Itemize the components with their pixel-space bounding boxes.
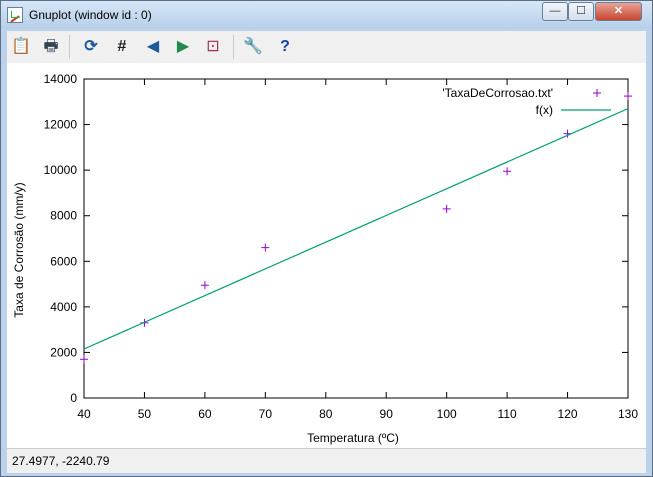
- options-icon[interactable]: 🔧: [241, 35, 265, 59]
- toolbar-separator: [69, 35, 70, 59]
- gnuplot-app-icon[interactable]: [7, 7, 23, 23]
- print-icon[interactable]: 🖶: [39, 35, 63, 59]
- help-icon[interactable]: ?: [273, 35, 297, 59]
- legend-label-fx: f(x): [536, 103, 553, 117]
- x-tick-label: 70: [259, 407, 273, 421]
- toolbar: 📋 🖶 ⟳ # ◀ ▶ ⊡ 🔧 ?: [7, 31, 646, 64]
- x-tick-label: 110: [498, 407, 517, 421]
- data-point: [442, 204, 451, 213]
- x-tick-label: 60: [198, 407, 212, 421]
- x-tick-label: 130: [618, 407, 638, 421]
- y-tick-label: 12000: [44, 118, 78, 132]
- data-point: [261, 243, 270, 252]
- data-point: [80, 355, 88, 364]
- y-tick-label: 14000: [44, 72, 78, 86]
- y-tick-label: 6000: [50, 254, 77, 268]
- plot-area[interactable]: Taxa de Corrosão (mm/y) Temperatura (ºC)…: [7, 63, 646, 448]
- y-tick-label: 2000: [50, 345, 77, 359]
- y-tick-label: 10000: [44, 163, 78, 177]
- y-axis-label: Taxa de Corrosão (mm/y): [12, 182, 26, 317]
- minimize-button[interactable]: —: [542, 2, 568, 21]
- clipboard-icon[interactable]: 📋: [9, 35, 33, 59]
- cursor-coordinates: 27.4977, -2240.79: [12, 454, 110, 468]
- window-title: Gnuplot (window id : 0): [29, 8, 152, 22]
- plot-frame: [83, 78, 629, 399]
- y-tick-label: 4000: [50, 300, 77, 314]
- toolbar-separator: [233, 35, 234, 59]
- x-tick-label: 50: [138, 407, 152, 421]
- x-tick-label: 90: [380, 407, 394, 421]
- replot-icon[interactable]: ⟳: [79, 35, 103, 59]
- data-point: [503, 167, 512, 176]
- legend-label-data: 'TaxaDeCorrosao.txt': [442, 86, 553, 100]
- x-tick-label: 40: [77, 407, 91, 421]
- title-bar[interactable]: Gnuplot (window id : 0) — ☐ ✕: [1, 1, 652, 29]
- gnuplot-window: Gnuplot (window id : 0) — ☐ ✕ 📋 🖶 ⟳ # ◀ …: [0, 0, 653, 477]
- fit-line-f-x: [84, 108, 628, 350]
- x-tick-label: 80: [319, 407, 333, 421]
- data-point: [624, 92, 632, 101]
- x-axis-label: Temperatura (ºC): [307, 431, 399, 445]
- zoom-next-icon[interactable]: ▶: [171, 35, 195, 59]
- zoom-prev-icon[interactable]: ◀: [141, 35, 165, 59]
- grid-icon[interactable]: #: [110, 35, 134, 59]
- y-tick-label: 8000: [50, 209, 77, 223]
- maximize-button[interactable]: ☐: [568, 2, 594, 21]
- autoscale-icon[interactable]: ⊡: [201, 35, 225, 59]
- status-bar: 27.4977, -2240.79: [7, 448, 646, 473]
- x-tick-label: 120: [558, 407, 578, 421]
- x-tick-label: 100: [437, 407, 457, 421]
- data-point: [200, 281, 209, 290]
- close-button[interactable]: ✕: [595, 2, 642, 21]
- chart[interactable]: Taxa de Corrosão (mm/y) Temperatura (ºC)…: [7, 63, 646, 448]
- y-tick-label: 0: [70, 391, 77, 405]
